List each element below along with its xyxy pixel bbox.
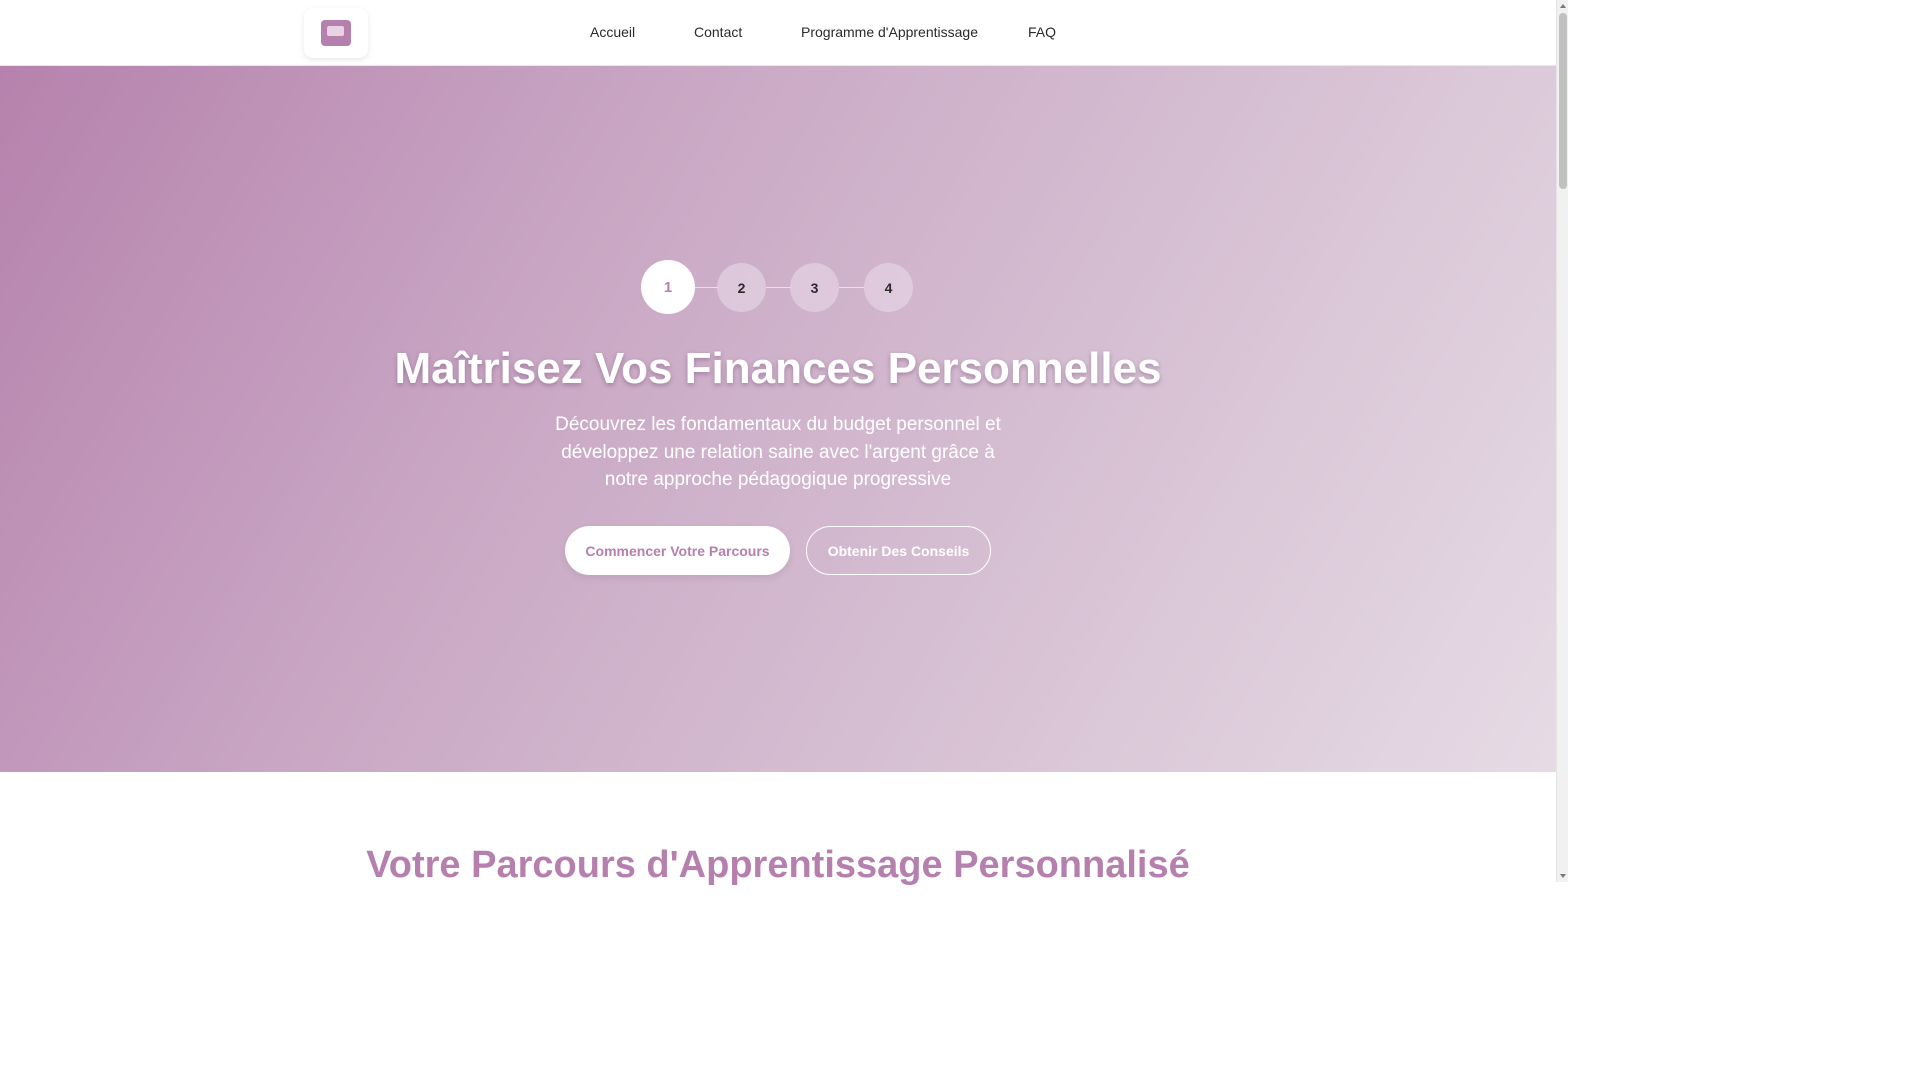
step-4[interactable]: 4	[864, 263, 913, 312]
hero-section: 1 2 3 4 Maîtrisez Vos Finances Personnel…	[0, 66, 1556, 772]
hero-subtitle: Découvrez les fondamentaux du budget per…	[555, 414, 1001, 490]
step-1[interactable]: 1	[641, 260, 695, 314]
get-advice-button[interactable]: Obtenir Des Conseils	[806, 526, 991, 575]
scroll-up-icon[interactable]	[1560, 4, 1566, 8]
nav-link-faq[interactable]: FAQ	[1028, 24, 1056, 40]
page-scrollbar[interactable]	[1556, 0, 1568, 882]
step-connector	[695, 287, 718, 288]
wallet-icon	[321, 20, 351, 46]
step-2[interactable]: 2	[717, 263, 766, 312]
logo[interactable]	[304, 8, 368, 58]
step-connector	[839, 287, 864, 288]
section-title: Votre Parcours d'Apprentissage Personnal…	[366, 844, 1190, 886]
step-connector	[766, 287, 791, 288]
nav-link-accueil[interactable]: Accueil	[590, 24, 635, 40]
step-3[interactable]: 3	[790, 263, 839, 312]
scroll-down-icon[interactable]	[1560, 874, 1566, 878]
hero-title: Maîtrisez Vos Finances Personnelles	[394, 344, 1162, 393]
start-journey-button[interactable]: Commencer Votre Parcours	[565, 526, 790, 575]
site-header: Accueil Contact Programme d'Apprentissag…	[0, 0, 1556, 66]
scrollbar-thumb[interactable]	[1559, 13, 1567, 189]
nav-link-contact[interactable]: Contact	[694, 24, 742, 40]
nav-link-programme[interactable]: Programme d'Apprentissage	[801, 24, 978, 40]
